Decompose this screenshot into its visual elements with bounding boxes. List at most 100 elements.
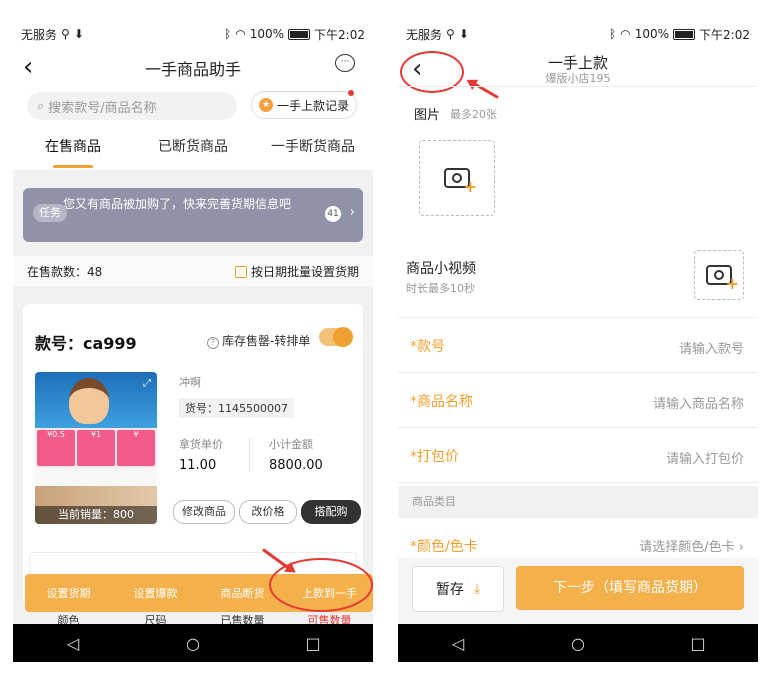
variant-table-header: 颜色 尺码 已售数量 可售数量 (25, 612, 373, 627)
download-icon: ⬇ (458, 27, 469, 41)
photo-label: 图片 (414, 108, 441, 123)
column-sold: 已售数量 (220, 614, 265, 627)
edit-price-button[interactable]: 改价格 (239, 500, 297, 524)
package-price-field[interactable]: *打包价 请输入打包价 (398, 428, 758, 483)
column-color: 颜色 (57, 614, 80, 627)
color-field[interactable]: *颜色/色卡 请选择颜色/色卡 › (398, 536, 758, 556)
field-placeholder: 请选择颜色/色卡 › (639, 540, 744, 555)
chevron-right-icon: › (349, 205, 355, 220)
shop-name: 爆版小店195 (545, 72, 611, 85)
task-tag: 任务 (33, 204, 67, 222)
upload-record-label: 一手上款记录 (276, 98, 349, 113)
help-icon[interactable]: ? (207, 337, 219, 349)
field-placeholder: 请输入商品名称 (652, 397, 744, 412)
download-icon: ⬇ (73, 27, 84, 41)
batch-date-label: 按日期批量设置货期 (250, 264, 359, 279)
status-bar: 无服务 ⚲ ⬇ ᛒ ◠ 100% 下午2:02 (398, 20, 758, 48)
character-illustration (69, 378, 109, 424)
edit-product-button[interactable]: 修改商品 (173, 500, 235, 524)
clock: 下午2:02 (314, 27, 365, 42)
style-number-field[interactable]: *款号 请输入款号 (398, 318, 758, 373)
download-icon: ⤓ (473, 581, 481, 597)
search-placeholder: 搜索款号/商品名称 (48, 100, 157, 116)
task-text: 您又有商品被加购了，快来完善货期信息吧 (63, 197, 292, 211)
camera-add-icon: + (444, 168, 477, 195)
calendar-icon (234, 266, 247, 278)
nav-home-icon[interactable]: ○ (563, 634, 593, 653)
nav-recents-icon[interactable]: □ (298, 634, 328, 653)
star-icon: ★ (258, 98, 273, 112)
expand-icon[interactable]: ⤢ (143, 378, 151, 389)
category-section-header: 商品类目 (398, 486, 758, 518)
set-delivery-button[interactable]: 设置货期 (25, 585, 112, 601)
subtotal-label: 小计金额 (269, 438, 313, 451)
brand-name: 冲啊 (179, 376, 201, 389)
sku-text: 款号：ca999 (35, 334, 137, 353)
page-title: 一手商品助手 (144, 60, 241, 79)
tab-out-of-stock[interactable]: 已断货商品 (133, 136, 253, 166)
soldout-toggle-label: ? 库存售罄-转排单 (207, 332, 310, 349)
product-image[interactable]: ⤢ ¥0.5 ¥1 ¥ 当前销量：800 (35, 372, 157, 524)
field-label: *颜色/色卡 (410, 539, 478, 555)
tab-supplier-out-of-stock[interactable]: 一手断货商品 (253, 136, 373, 166)
field-placeholder: 请输入打包价 (665, 452, 744, 467)
match-buy-button[interactable]: 搭配购 (301, 500, 361, 524)
current-sales: 当前销量：800 (35, 506, 157, 524)
carrier-text: 无服务 (406, 27, 443, 42)
bluetooth-icon: ᛒ (224, 27, 232, 41)
search-input[interactable]: ⌕ 搜索款号/商品名称 (27, 92, 237, 120)
system-nav-bar: ◁ ○ □ (13, 624, 373, 662)
wifi-icon: ◠ (235, 27, 246, 41)
thumb-price: ¥1 (77, 430, 115, 466)
on-sale-count: 在售款数：48 (27, 264, 103, 279)
add-photo-button[interactable]: + (419, 140, 495, 216)
notification-dot (348, 90, 354, 96)
left-screen: 无服务 ⚲ ⬇ ᛒ ◠ 100% 下午2:02 ‹ 一手商品助手 ··· ⌕ 搜… (13, 20, 373, 662)
task-count-badge: 41 (325, 206, 341, 222)
nav-back-icon[interactable]: ◁ (58, 634, 88, 653)
battery-percent: 100% (634, 27, 670, 41)
task-banner[interactable]: 任务 您又有商品被加购了，快来完善货期信息吧 41 › (23, 188, 363, 242)
soldout-label: 库存售罄-转排单 (222, 334, 311, 348)
field-placeholder: 请输入款号 (678, 342, 744, 357)
next-step-button[interactable]: 下一步（填写商品货期） (516, 566, 744, 610)
unit-price-value: 11.00 (179, 458, 217, 473)
nav-home-icon[interactable]: ○ (178, 634, 208, 653)
battery-icon (288, 28, 311, 40)
add-video-button[interactable]: + (694, 250, 744, 300)
subtotal-value: 8800.00 (269, 458, 323, 473)
column-size: 尺码 (144, 614, 167, 627)
camera-add-icon: + (706, 265, 739, 292)
thumb-price: ¥0.5 (37, 430, 75, 466)
product-name-field[interactable]: *商品名称 请输入商品名称 (398, 373, 758, 428)
upload-record-button[interactable]: ★ 一手上款记录 (251, 90, 357, 119)
clock: 下午2:02 (699, 27, 750, 42)
wifi-icon: ◠ (620, 27, 631, 41)
video-label: 商品小视频 (406, 261, 476, 277)
divider (249, 438, 250, 472)
soldout-toggle[interactable] (319, 327, 353, 347)
field-label: *打包价 (410, 449, 459, 465)
usb-icon: ⚲ (446, 27, 455, 41)
save-draft-label: 暂存 (435, 582, 464, 598)
set-hot-button[interactable]: 设置爆款 (112, 585, 199, 601)
nav-back-icon[interactable]: ◁ (443, 634, 473, 653)
search-icon: ⌕ (37, 98, 45, 114)
column-available: 可售数量 (307, 614, 352, 627)
unit-price-label: 拿货单价 (179, 438, 223, 451)
field-label: *款号 (410, 339, 445, 355)
status-bar: 无服务 ⚲ ⬇ ᛒ ◠ 100% 下午2:02 (13, 20, 373, 48)
video-hint: 时长最多10秒 (406, 282, 475, 295)
tab-on-sale[interactable]: 在售商品 (13, 136, 133, 166)
thumb-price: ¥ (117, 430, 155, 466)
nav-recents-icon[interactable]: □ (683, 634, 713, 653)
tab-bar: 在售商品 已断货商品 一手断货商品 (13, 136, 373, 166)
bluetooth-icon: ᛒ (609, 27, 617, 41)
chat-icon[interactable]: ··· (335, 54, 355, 72)
carrier-text: 无服务 (21, 27, 58, 42)
save-draft-button[interactable]: 暂存 ⤓ (412, 566, 504, 612)
field-label: *商品名称 (410, 394, 473, 410)
batch-date-button[interactable]: 按日期批量设置货期 (234, 263, 359, 280)
photo-hint: 最多20张 (450, 108, 497, 121)
usb-icon: ⚲ (61, 27, 70, 41)
